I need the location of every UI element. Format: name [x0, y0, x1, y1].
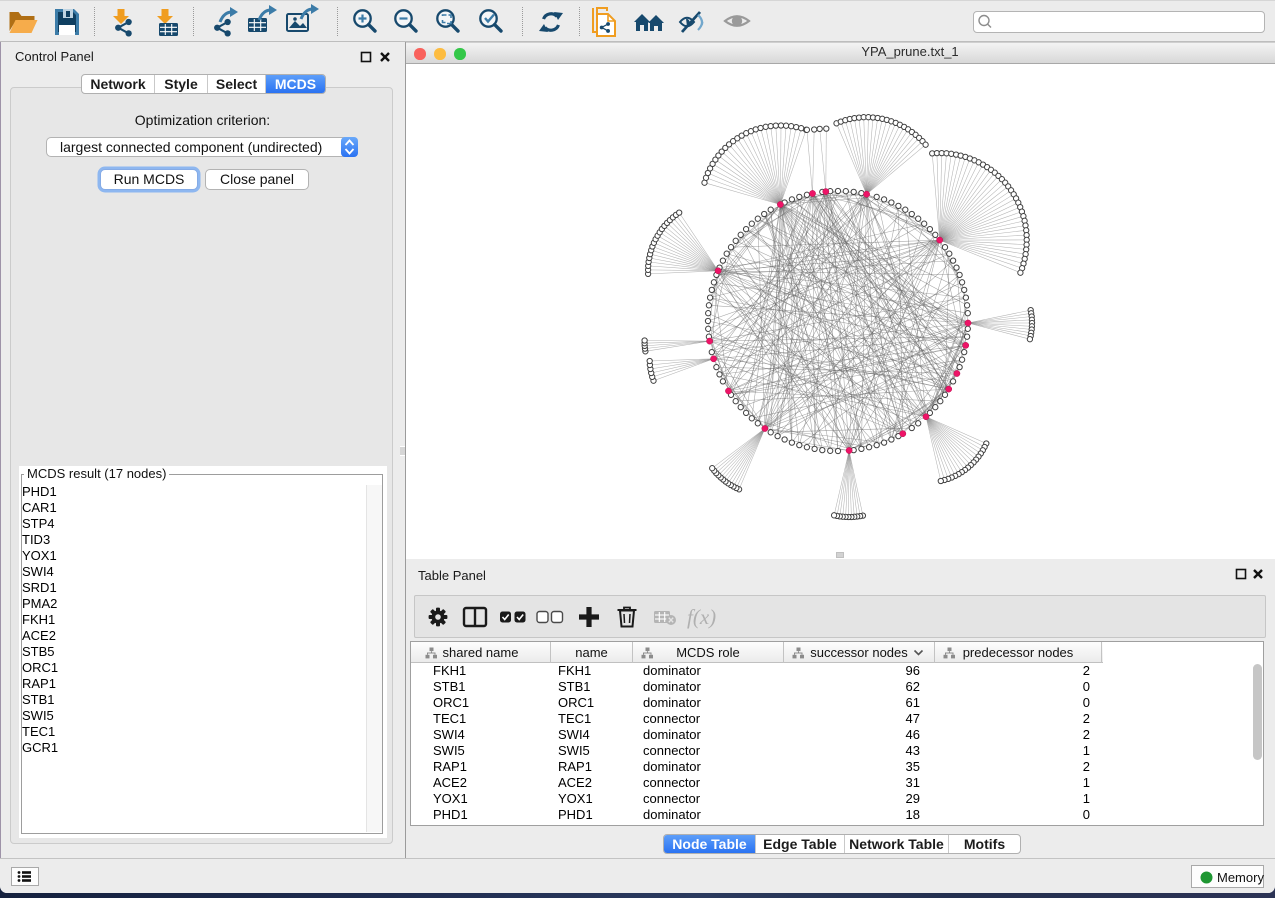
svg-text:f(x): f(x) — [687, 605, 716, 629]
